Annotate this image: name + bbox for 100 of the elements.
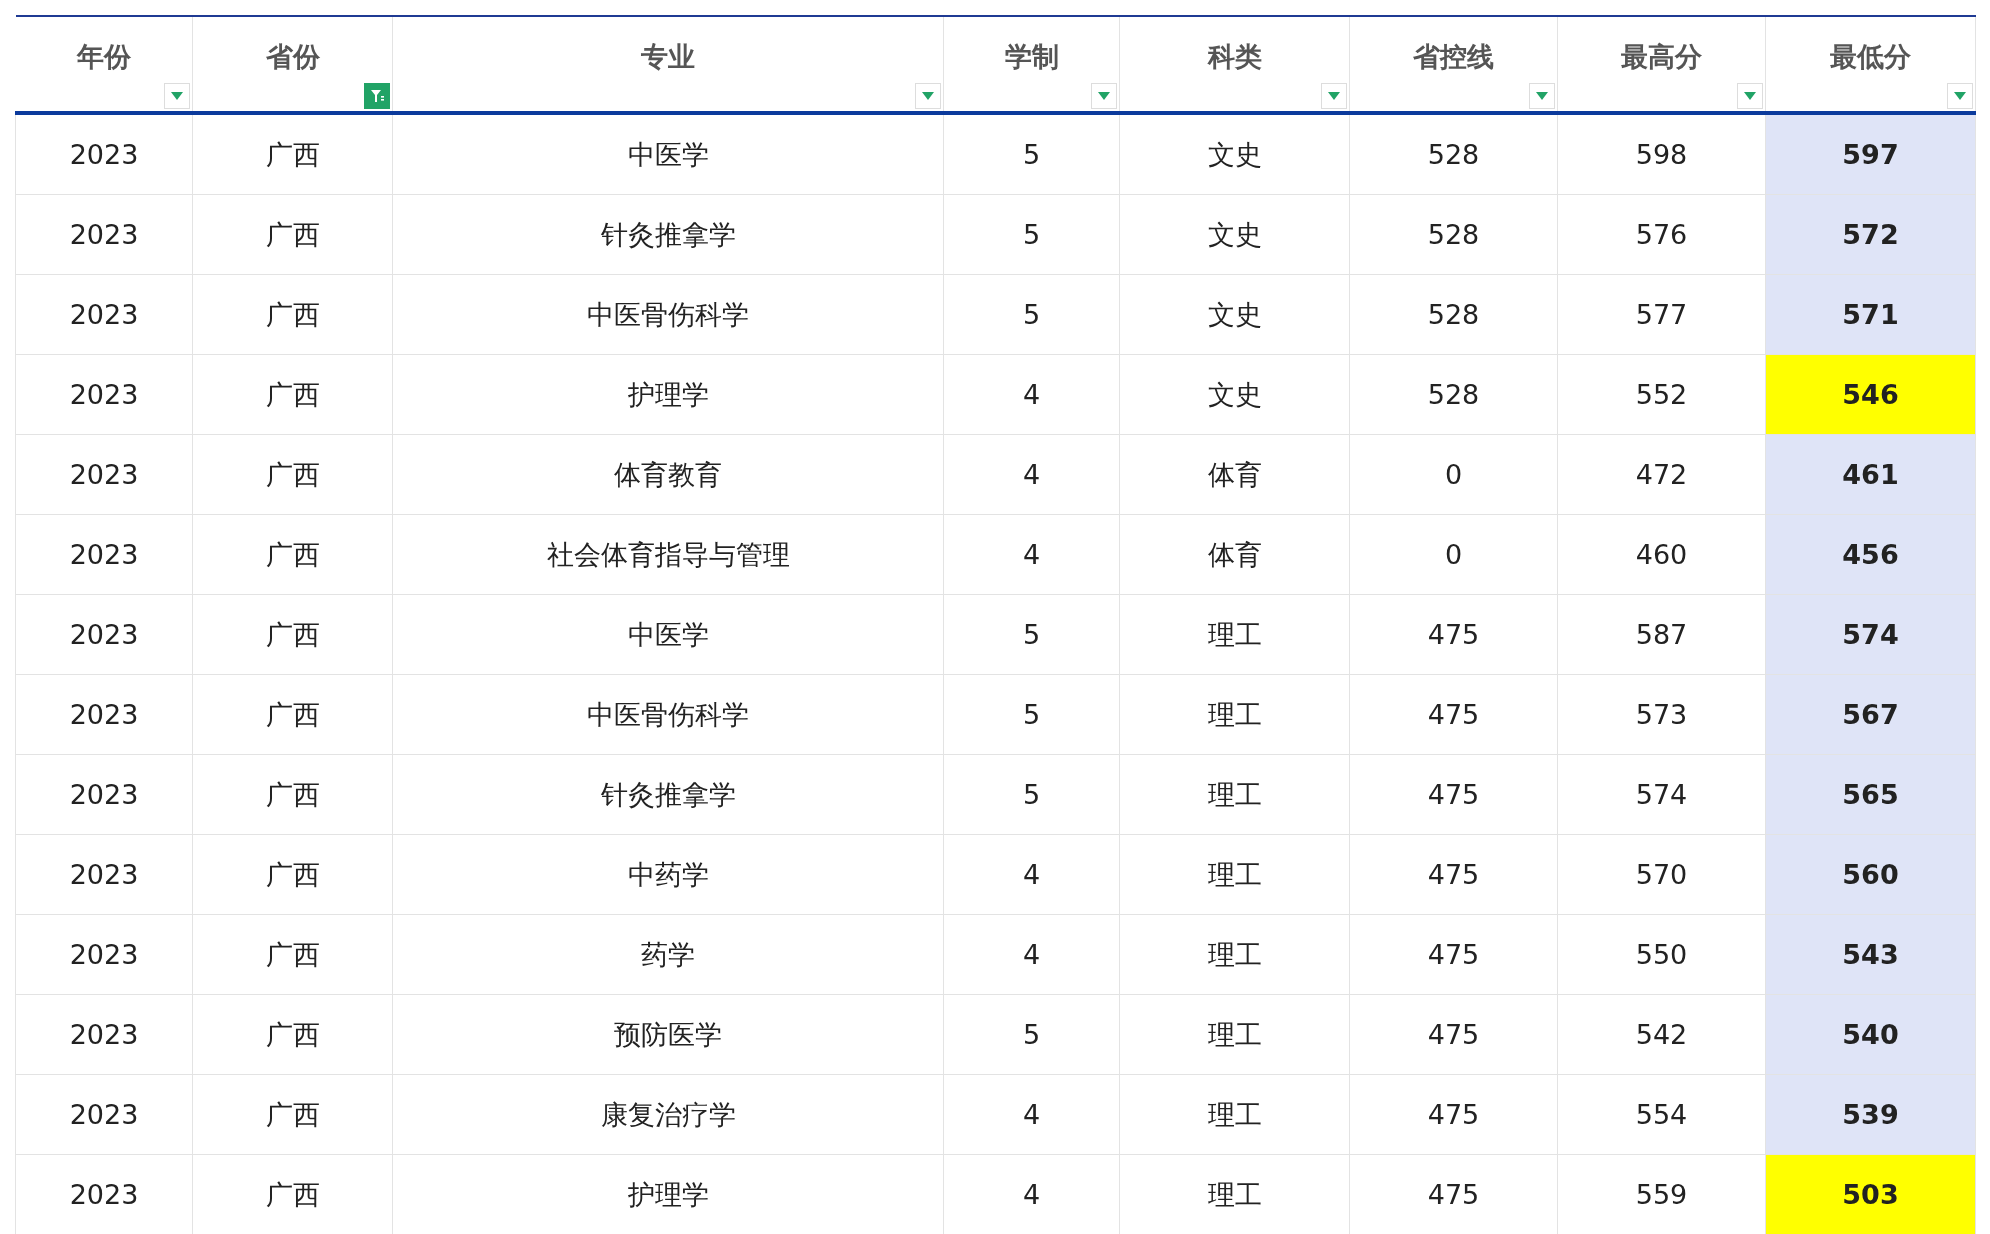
- column-header: 专业: [392, 16, 944, 113]
- table-cell: 文史: [1119, 194, 1350, 275]
- table-cell: 广西: [192, 354, 393, 435]
- table-cell: 460: [1557, 514, 1766, 595]
- table-cell: 0: [1349, 434, 1558, 515]
- table-cell: 理工: [1119, 754, 1350, 835]
- table-cell: 护理学: [392, 354, 944, 435]
- table-cell: 中药学: [392, 834, 944, 915]
- table-cell: 广西: [192, 194, 393, 275]
- table-cell: 预防医学: [392, 994, 944, 1075]
- table-cell: 573: [1557, 674, 1766, 755]
- filter-icon[interactable]: [364, 83, 390, 109]
- table-cell: 2023: [15, 914, 193, 995]
- table-cell: 539: [1765, 1074, 1976, 1155]
- table-cell: 2023: [15, 274, 193, 355]
- dropdown-icon[interactable]: [1091, 83, 1117, 109]
- table-cell: 4: [943, 514, 1120, 595]
- column-header: 最高分: [1557, 16, 1766, 113]
- table-cell: 广西: [192, 113, 393, 195]
- table-cell: 456: [1765, 514, 1976, 595]
- table-cell: 中医学: [392, 594, 944, 675]
- table-cell: 广西: [192, 1074, 393, 1155]
- table-cell: 542: [1557, 994, 1766, 1075]
- table-cell: 5: [943, 594, 1120, 675]
- table-cell: 4: [943, 914, 1120, 995]
- table-cell: 理工: [1119, 914, 1350, 995]
- table-cell: 587: [1557, 594, 1766, 675]
- table-cell: 576: [1557, 194, 1766, 275]
- table-cell: 597: [1765, 113, 1976, 195]
- table-cell: 528: [1349, 194, 1558, 275]
- table-cell: 4: [943, 354, 1120, 435]
- table-cell: 528: [1349, 274, 1558, 355]
- table-cell: 5: [943, 274, 1120, 355]
- table-cell: 577: [1557, 274, 1766, 355]
- table-cell: 2023: [15, 594, 193, 675]
- table-cell: 广西: [192, 514, 393, 595]
- table-cell: 广西: [192, 594, 393, 675]
- table-cell: 文史: [1119, 113, 1350, 195]
- table-cell: 4: [943, 434, 1120, 515]
- column-header: 年份: [15, 16, 193, 113]
- table-cell: 2023: [15, 434, 193, 515]
- table-cell: 广西: [192, 434, 393, 515]
- table-cell: 461: [1765, 434, 1976, 515]
- table-cell: 广西: [192, 274, 393, 355]
- table-cell: 药学: [392, 914, 944, 995]
- table-cell: 广西: [192, 994, 393, 1075]
- table-cell: 475: [1349, 834, 1558, 915]
- table-cell: 475: [1349, 674, 1558, 755]
- table-cell: 475: [1349, 914, 1558, 995]
- table-cell: 体育: [1119, 514, 1350, 595]
- table-cell: 2023: [15, 834, 193, 915]
- table-cell: 理工: [1119, 1074, 1350, 1155]
- table-cell: 2023: [15, 754, 193, 835]
- table-cell: 5: [943, 194, 1120, 275]
- table-cell: 2023: [15, 113, 193, 195]
- table-cell: 552: [1557, 354, 1766, 435]
- column-header: 省份: [192, 16, 393, 113]
- table-cell: 5: [943, 994, 1120, 1075]
- table-cell: 554: [1557, 1074, 1766, 1155]
- table-cell: 5: [943, 674, 1120, 755]
- table-cell: 574: [1765, 594, 1976, 675]
- table-cell: 475: [1349, 1074, 1558, 1155]
- table-cell: 2023: [15, 514, 193, 595]
- table-cell: 广西: [192, 914, 393, 995]
- table-cell: 文史: [1119, 354, 1350, 435]
- table-cell: 598: [1557, 113, 1766, 195]
- table-cell: 2023: [15, 994, 193, 1075]
- dropdown-icon[interactable]: [915, 83, 941, 109]
- table-cell: 体育: [1119, 434, 1350, 515]
- column-header: 省控线: [1349, 16, 1558, 113]
- table-cell: 475: [1349, 594, 1558, 675]
- table-cell: 550: [1557, 914, 1766, 995]
- dropdown-icon[interactable]: [1737, 83, 1763, 109]
- table-cell: 528: [1349, 113, 1558, 195]
- table-cell: 4: [943, 1074, 1120, 1155]
- column-header: 学制: [943, 16, 1120, 113]
- table-cell: 中医骨伤科学: [392, 274, 944, 355]
- table-cell: 2023: [15, 354, 193, 435]
- table-cell: 社会体育指导与管理: [392, 514, 944, 595]
- table-cell: 广西: [192, 754, 393, 835]
- table-cell: 528: [1349, 354, 1558, 435]
- table-cell: 565: [1765, 754, 1976, 835]
- table-cell: 567: [1765, 674, 1976, 755]
- table-cell: 2023: [15, 1074, 193, 1155]
- table-cell: 理工: [1119, 594, 1350, 675]
- table-cell: 4: [943, 834, 1120, 915]
- table-cell: 543: [1765, 914, 1976, 995]
- table-cell: 475: [1349, 994, 1558, 1075]
- dropdown-icon[interactable]: [1321, 83, 1347, 109]
- dropdown-icon[interactable]: [1529, 83, 1555, 109]
- table-cell: 中医骨伤科学: [392, 674, 944, 755]
- table-cell: 2023: [15, 674, 193, 755]
- dropdown-icon[interactable]: [1947, 83, 1973, 109]
- table-cell: 中医学: [392, 113, 944, 195]
- table-cell: 理工: [1119, 834, 1350, 915]
- dropdown-icon[interactable]: [164, 83, 190, 109]
- table-cell: 572: [1765, 194, 1976, 275]
- table-cell: 546: [1765, 354, 1976, 435]
- table-cell: 针灸推拿学: [392, 754, 944, 835]
- column-header: 科类: [1119, 16, 1350, 113]
